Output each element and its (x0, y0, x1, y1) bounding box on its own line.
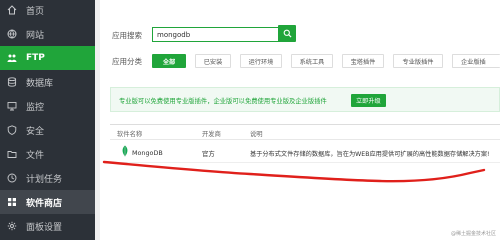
database-icon (7, 77, 17, 87)
sidebar-item-label: 数据库 (26, 78, 54, 89)
category-pro-plugins[interactable]: 专业版插件 (393, 54, 443, 68)
sidebar-item-label: 网站 (26, 30, 45, 41)
software-name[interactable]: MongoDB (132, 149, 163, 157)
sidebar-item-website[interactable]: 网站 (0, 22, 95, 46)
folder-icon (7, 149, 17, 159)
sidebar-item-label: 面板设置 (26, 222, 63, 233)
upgrade-notice: 专业版可以免费使用专业版插件，企业版可以免费使用专业版及企业版插件 立即升级 (110, 87, 500, 112)
category-runtime[interactable]: 运行环境 (240, 54, 282, 68)
category-enterprise-plugins[interactable]: 企业版插 (452, 54, 500, 68)
gear-icon (7, 221, 17, 231)
software-store-panel: 应用搜索 应用分类 全部 已安装 运行环境 系统工具 宝塔插件 专业版插件 企业… (100, 0, 500, 240)
sidebar-item-label: 安全 (26, 126, 45, 137)
table-header-divider (110, 139, 500, 140)
column-header-name: 软件名称 (117, 131, 143, 138)
watermark: @稀土掘金技术社区 (450, 231, 496, 237)
search-icon (283, 29, 292, 38)
sidebar-item-label: 监控 (26, 102, 45, 113)
sidebar-item-label: FTP (26, 53, 45, 63)
grid-icon (7, 197, 17, 207)
ftp-icon (7, 53, 17, 63)
sidebar-item-label: 首页 (26, 6, 45, 17)
sidebar-item-security[interactable]: 安全 (0, 118, 95, 142)
home-icon (7, 5, 17, 15)
category-bt-plugins[interactable]: 宝塔插件 (342, 54, 384, 68)
clock-icon (7, 173, 17, 183)
category-system-tools[interactable]: 系统工具 (291, 54, 333, 68)
search-button[interactable] (278, 25, 296, 42)
software-table: 软件名称 开发商 说明 MongoDB 官方 基于分布式文件存储的数据库，旨在为… (110, 124, 500, 163)
monitor-icon (7, 101, 17, 111)
upgrade-notice-text: 专业版可以免费使用专业版插件，企业版可以免费使用专业版及企业版插件 (119, 98, 327, 105)
software-vendor: 官方 (202, 150, 215, 158)
sidebar-item-label: 文件 (26, 150, 45, 161)
sidebar-item-home[interactable]: 首页 (0, 0, 95, 22)
column-header-description: 说明 (250, 131, 263, 138)
category-installed[interactable]: 已安装 (195, 54, 231, 68)
shield-icon (7, 125, 17, 135)
sidebar-item-settings[interactable]: 面板设置 (0, 214, 95, 238)
column-header-vendor: 开发商 (202, 131, 221, 138)
app-window: 首页 网站 FTP 数据库 监控 安全 文件 计划任务 软件商店 面板设置 应用… (0, 0, 500, 240)
sidebar-item-ftp[interactable]: FTP (0, 46, 95, 70)
sidebar-item-label: 计划任务 (26, 174, 63, 185)
software-description: 基于分布式文件存储的数据库，旨在为WEB应用提供可扩展的高性能数据存储解决方案! (250, 151, 490, 158)
category-all[interactable]: 全部 (152, 54, 186, 68)
search-input[interactable] (152, 27, 295, 42)
sidebar-item-cron[interactable]: 计划任务 (0, 166, 95, 190)
row-divider (110, 162, 500, 163)
category-label: 应用分类 (112, 57, 142, 66)
sidebar-item-files[interactable]: 文件 (0, 142, 95, 166)
mongodb-leaf-icon (122, 145, 128, 157)
globe-icon (7, 29, 17, 39)
upgrade-now-button[interactable]: 立即升级 (351, 94, 386, 107)
sidebar-item-label: 软件商店 (26, 198, 63, 209)
search-label: 应用搜索 (112, 31, 142, 40)
sidebar-item-database[interactable]: 数据库 (0, 70, 95, 94)
sidebar-item-monitor[interactable]: 监控 (0, 94, 95, 118)
sidebar: 首页 网站 FTP 数据库 监控 安全 文件 计划任务 软件商店 面板设置 (0, 0, 95, 240)
sidebar-item-store[interactable]: 软件商店 (0, 190, 95, 214)
